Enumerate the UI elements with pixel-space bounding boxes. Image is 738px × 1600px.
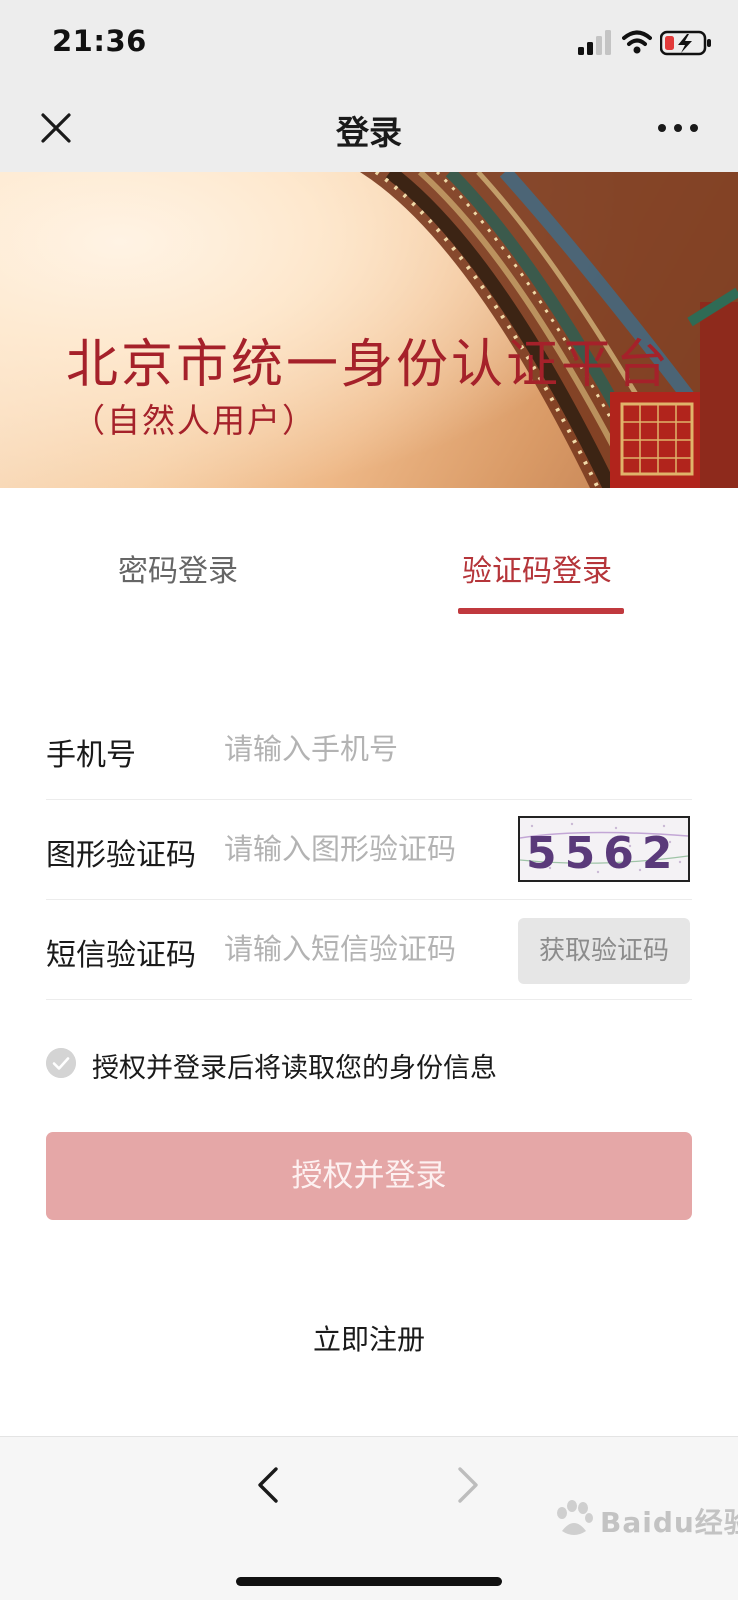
status-bar: 21:36 [0, 0, 738, 88]
tab-password-login[interactable]: 密码登录 [118, 546, 238, 590]
sms-row: 短信验证码 获取验证码 [46, 900, 692, 1000]
tab-sms-login[interactable]: 验证码登录 [462, 546, 612, 590]
wifi-icon [622, 30, 652, 54]
agreement-row: 授权并登录后将读取您的身份信息 [46, 1046, 686, 1086]
captcha-row: 图形验证码 5562 [46, 800, 692, 900]
captcha-input[interactable] [224, 822, 514, 876]
back-arrow-icon[interactable] [248, 1463, 288, 1507]
get-code-button[interactable]: 获取验证码 [518, 918, 690, 984]
banner-title: 北京市统一身份认证平台 [66, 335, 672, 395]
paw-icon [557, 1500, 593, 1535]
captcha-image[interactable]: 5562 [518, 816, 690, 882]
baidu-watermark: Baidu经验 [552, 1497, 738, 1557]
browser-toolbar: Baidu经验 [0, 1436, 738, 1600]
agreement-text: 授权并登录后将读取您的身份信息 [92, 1053, 497, 1084]
check-circle-icon[interactable] [46, 1048, 76, 1078]
captcha-digit: 5562 [526, 828, 680, 879]
nav-bar: 登录 [0, 88, 738, 172]
login-screen: 21:36 登录 北京市统一身份认证平台 （自然人用户） 密码登录 验证码登录 … [0, 0, 738, 1600]
banner-subtitle: （自然人用户） [72, 401, 317, 440]
phone-row: 手机号 [46, 700, 692, 800]
signal-icon [578, 30, 611, 55]
more-icon[interactable] [654, 110, 702, 146]
register-link[interactable]: 立即注册 [0, 1318, 738, 1358]
sms-code-input[interactable] [224, 922, 514, 976]
authorize-login-button[interactable]: 授权并登录 [46, 1132, 692, 1220]
battery-charging-icon [660, 30, 711, 56]
captcha-label: 图形验证码 [46, 838, 196, 873]
home-indicator [236, 1577, 502, 1586]
active-tab-indicator [458, 608, 624, 614]
phone-input[interactable] [224, 722, 514, 776]
status-time: 21:36 [52, 24, 147, 58]
login-tabs: 密码登录 验证码登录 [0, 488, 738, 628]
page-title: 登录 [336, 113, 402, 152]
banner: 北京市统一身份认证平台 （自然人用户） [0, 172, 738, 488]
forward-arrow-icon[interactable] [448, 1463, 488, 1507]
watermark-text: Baidu经验 [600, 1506, 738, 1539]
sms-label: 短信验证码 [46, 938, 196, 973]
phone-label: 手机号 [46, 738, 136, 773]
